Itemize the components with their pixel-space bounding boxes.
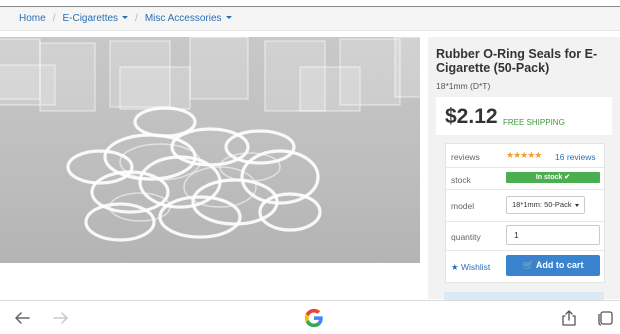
model-select-value: 18*1mm: 50-Pack bbox=[512, 200, 572, 209]
tabs-icon[interactable] bbox=[597, 310, 615, 326]
caret-down-icon bbox=[122, 15, 129, 19]
model-select[interactable]: 18*1mm: 50-Pack bbox=[506, 196, 585, 214]
reviews-label: reviews bbox=[451, 152, 480, 162]
address-bar-edge bbox=[0, 0, 620, 7]
reviews-link[interactable]: 16 reviews bbox=[555, 152, 596, 162]
model-label: model bbox=[451, 201, 475, 211]
breadcrumb-e-cigarettes-label: E-Cigarettes bbox=[62, 13, 119, 24]
actions-row: ★ Wishlist 🛒 Add to cart bbox=[446, 251, 604, 283]
quantity-row: quantity bbox=[446, 222, 604, 251]
breadcrumb-home[interactable]: Home bbox=[19, 13, 46, 24]
o-ring-photo bbox=[0, 37, 420, 242]
model-row: model 18*1mm: 50-Pack bbox=[446, 190, 604, 222]
google-icon[interactable] bbox=[303, 307, 325, 329]
product-variant: 18*1mm (D*T) bbox=[436, 81, 491, 91]
breadcrumb-misc-accessories-label: Misc Accessories bbox=[144, 13, 222, 24]
breadcrumb-misc-accessories[interactable]: Misc Accessories bbox=[145, 13, 232, 24]
wishlist-link[interactable]: ★ Wishlist bbox=[451, 262, 490, 273]
forward-arrow-icon[interactable] bbox=[52, 310, 70, 326]
breadcrumb: Home / E-Cigarettes / Misc Accessories bbox=[0, 7, 620, 31]
product-title: Rubber O-Ring Seals for E-Cigarette (50-… bbox=[436, 47, 598, 75]
browser-toolbar bbox=[0, 300, 620, 334]
back-arrow-icon[interactable] bbox=[13, 310, 31, 326]
product-page: Home / E-Cigarettes / Misc Accessories R… bbox=[0, 0, 620, 334]
free-shipping-label: FREE SHIPPING bbox=[503, 118, 565, 127]
breadcrumb-separator: / bbox=[135, 13, 138, 24]
rating-stars-icon: ★★★★★ bbox=[506, 150, 542, 160]
stock-label: stock bbox=[451, 175, 471, 185]
reviews-row: reviews ★★★★★ 16 reviews bbox=[446, 144, 604, 168]
product-price: $2.12 bbox=[445, 105, 498, 128]
caret-down-icon bbox=[574, 203, 579, 207]
caret-down-icon bbox=[225, 15, 232, 19]
quantity-input[interactable] bbox=[506, 225, 600, 245]
product-image[interactable] bbox=[0, 37, 420, 263]
share-icon[interactable] bbox=[560, 310, 578, 326]
in-stock-badge: In stock ✔ bbox=[506, 172, 600, 183]
add-to-cart-button[interactable]: 🛒 Add to cart bbox=[506, 255, 600, 276]
info-panel bbox=[444, 292, 604, 300]
breadcrumb-separator: / bbox=[52, 13, 56, 24]
breadcrumb-e-cigarettes[interactable]: E-Cigarettes bbox=[62, 13, 129, 24]
product-details-table: reviews ★★★★★ 16 reviews stock In stock … bbox=[445, 143, 605, 283]
stock-row: stock In stock ✔ bbox=[446, 168, 604, 190]
quantity-label: quantity bbox=[451, 232, 481, 242]
